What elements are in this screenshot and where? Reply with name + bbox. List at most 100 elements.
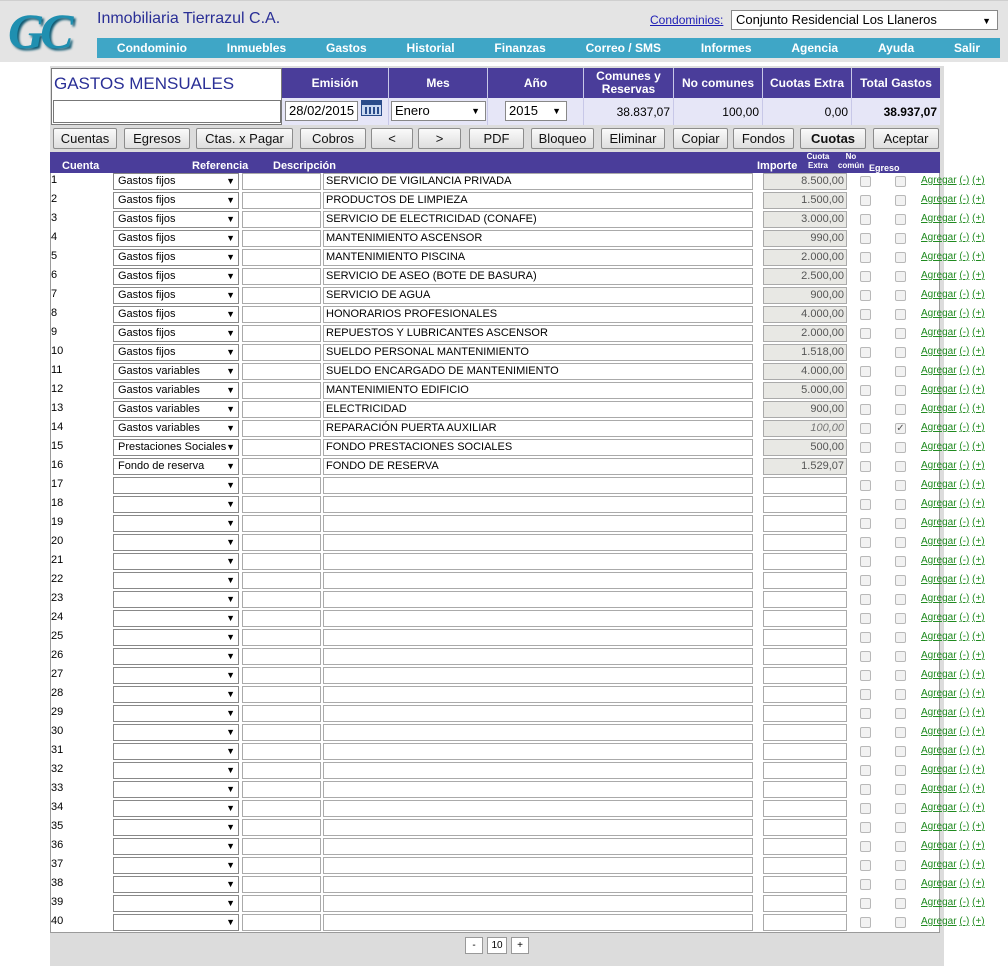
- remove-row-link[interactable]: (-): [959, 270, 969, 281]
- cuota-extra-checkbox[interactable]: [860, 822, 871, 833]
- importe-input[interactable]: 900,00: [763, 401, 847, 418]
- referencia-input[interactable]: [242, 876, 321, 893]
- cuota-extra-checkbox[interactable]: [860, 518, 871, 529]
- cuenta-select[interactable]: ▼: [113, 800, 239, 817]
- cuota-extra-checkbox[interactable]: [860, 480, 871, 491]
- add-row-link[interactable]: (+): [972, 593, 985, 604]
- remove-row-link[interactable]: (-): [959, 289, 969, 300]
- cuota-extra-checkbox[interactable]: [860, 670, 871, 681]
- remove-row-link[interactable]: (-): [959, 441, 969, 452]
- cuenta-select[interactable]: Fondo de reserva ▼: [113, 458, 239, 475]
- descripcion-input[interactable]: MANTENIMIENTO PISCINA: [323, 249, 753, 266]
- agregar-link[interactable]: Agregar: [921, 631, 957, 642]
- referencia-input[interactable]: [242, 762, 321, 779]
- importe-input[interactable]: [763, 800, 847, 817]
- agregar-link[interactable]: Agregar: [921, 536, 957, 547]
- remove-row-link[interactable]: (-): [959, 764, 969, 775]
- add-row-link[interactable]: (+): [972, 194, 985, 205]
- aceptar-button[interactable]: Aceptar: [873, 128, 939, 149]
- cuenta-select[interactable]: ▼: [113, 857, 239, 874]
- add-row-link[interactable]: (+): [972, 574, 985, 585]
- notes-textarea[interactable]: [53, 100, 281, 123]
- pager-count-input[interactable]: 10: [487, 937, 507, 954]
- remove-row-link[interactable]: (-): [959, 175, 969, 186]
- cuota-extra-checkbox[interactable]: [860, 613, 871, 624]
- descripcion-input[interactable]: REPUESTOS Y LUBRICANTES ASCENSOR: [323, 325, 753, 342]
- referencia-input[interactable]: [242, 705, 321, 722]
- no-comun-checkbox[interactable]: [895, 746, 906, 757]
- mes-select[interactable]: Enero ▼: [391, 101, 486, 121]
- cuota-extra-checkbox[interactable]: [860, 442, 871, 453]
- cuota-extra-checkbox[interactable]: [860, 879, 871, 890]
- remove-row-link[interactable]: (-): [959, 536, 969, 547]
- cuota-extra-checkbox[interactable]: [860, 727, 871, 738]
- agregar-link[interactable]: Agregar: [921, 745, 957, 756]
- remove-row-link[interactable]: (-): [959, 840, 969, 851]
- no-comun-checkbox[interactable]: [895, 803, 906, 814]
- cuenta-select[interactable]: ▼: [113, 648, 239, 665]
- importe-input[interactable]: 1.529,07: [763, 458, 847, 475]
- nav-agencia[interactable]: Agencia: [771, 38, 858, 58]
- cuotas-button[interactable]: Cuotas: [800, 128, 866, 149]
- referencia-input[interactable]: [242, 534, 321, 551]
- agregar-link[interactable]: Agregar: [921, 213, 957, 224]
- referencia-input[interactable]: [242, 496, 321, 513]
- descripcion-input[interactable]: [323, 534, 753, 551]
- no-comun-checkbox[interactable]: [895, 784, 906, 795]
- prev-button[interactable]: <: [371, 128, 413, 149]
- add-row-link[interactable]: (+): [972, 384, 985, 395]
- no-comun-checkbox[interactable]: [895, 309, 906, 320]
- remove-row-link[interactable]: (-): [959, 422, 969, 433]
- remove-row-link[interactable]: (-): [959, 859, 969, 870]
- referencia-input[interactable]: [242, 914, 321, 931]
- next-button[interactable]: >: [418, 128, 461, 149]
- descripcion-input[interactable]: PRODUCTOS DE LIMPIEZA: [323, 192, 753, 209]
- agregar-link[interactable]: Agregar: [921, 650, 957, 661]
- referencia-input[interactable]: [242, 781, 321, 798]
- add-row-link[interactable]: (+): [972, 707, 985, 718]
- agregar-link[interactable]: Agregar: [921, 783, 957, 794]
- descripcion-input[interactable]: [323, 857, 753, 874]
- add-row-link[interactable]: (+): [972, 612, 985, 623]
- no-comun-checkbox[interactable]: [895, 499, 906, 510]
- cuota-extra-checkbox[interactable]: [860, 271, 871, 282]
- no-comun-checkbox[interactable]: [895, 176, 906, 187]
- importe-input[interactable]: [763, 648, 847, 665]
- cuota-extra-checkbox[interactable]: [860, 290, 871, 301]
- descripcion-input[interactable]: [323, 515, 753, 532]
- agregar-link[interactable]: Agregar: [921, 251, 957, 262]
- descripcion-input[interactable]: [323, 762, 753, 779]
- remove-row-link[interactable]: (-): [959, 745, 969, 756]
- descripcion-input[interactable]: [323, 876, 753, 893]
- referencia-input[interactable]: [242, 363, 321, 380]
- no-comun-checkbox[interactable]: [895, 214, 906, 225]
- referencia-input[interactable]: [242, 819, 321, 836]
- cuenta-select[interactable]: ▼: [113, 781, 239, 798]
- descripcion-input[interactable]: [323, 705, 753, 722]
- agregar-link[interactable]: Agregar: [921, 764, 957, 775]
- agregar-link[interactable]: Agregar: [921, 384, 957, 395]
- descripcion-input[interactable]: [323, 496, 753, 513]
- cuota-extra-checkbox[interactable]: [860, 594, 871, 605]
- no-comun-checkbox[interactable]: [895, 651, 906, 662]
- descripcion-input[interactable]: HONORARIOS PROFESIONALES: [323, 306, 753, 323]
- descripcion-input[interactable]: [323, 781, 753, 798]
- no-comun-checkbox[interactable]: [895, 594, 906, 605]
- no-comun-checkbox[interactable]: [895, 271, 906, 282]
- cuenta-select[interactable]: ▼: [113, 591, 239, 608]
- cuenta-select[interactable]: ▼: [113, 724, 239, 741]
- referencia-input[interactable]: [242, 173, 321, 190]
- add-row-link[interactable]: (+): [972, 346, 985, 357]
- no-comun-checkbox[interactable]: [895, 575, 906, 586]
- cuenta-select[interactable]: ▼: [113, 553, 239, 570]
- importe-input[interactable]: [763, 686, 847, 703]
- cuota-extra-checkbox[interactable]: [860, 917, 871, 928]
- remove-row-link[interactable]: (-): [959, 916, 969, 927]
- add-row-link[interactable]: (+): [972, 802, 985, 813]
- importe-input[interactable]: 3.000,00: [763, 211, 847, 228]
- cuota-extra-checkbox[interactable]: [860, 803, 871, 814]
- descripcion-input[interactable]: [323, 667, 753, 684]
- referencia-input[interactable]: [242, 629, 321, 646]
- add-row-link[interactable]: (+): [972, 403, 985, 414]
- no-comun-checkbox[interactable]: ✓: [895, 423, 906, 434]
